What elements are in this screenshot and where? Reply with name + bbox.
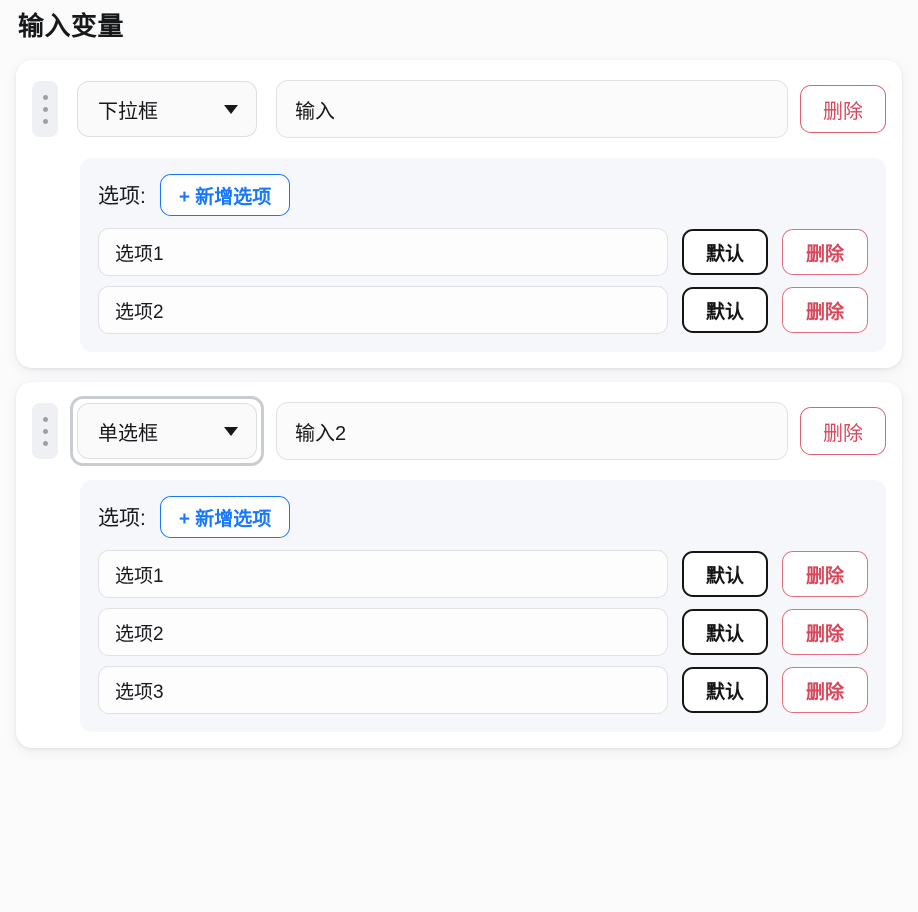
set-default-button[interactable]: 默认: [682, 229, 768, 275]
drag-dot-icon: [42, 428, 48, 434]
add-option-button[interactable]: + 新增选项: [159, 174, 291, 216]
options-panel: 选项: + 新增选项 默认 删除 默认 删除 默认 删除: [80, 480, 886, 732]
option-value-input[interactable]: [98, 666, 668, 714]
page-title: 输入变量: [18, 11, 125, 41]
variable-type-value: 下拉框: [98, 100, 158, 123]
set-default-button[interactable]: 默认: [682, 287, 768, 333]
option-value-input[interactable]: [98, 228, 668, 276]
option-row: 默认 删除: [98, 666, 868, 714]
variable-type-select-wrapper: 下拉框: [70, 74, 264, 144]
option-row: 默认 删除: [98, 608, 868, 656]
drag-dot-icon: [42, 118, 48, 124]
option-row: 默认 删除: [98, 286, 868, 334]
variable-type-select[interactable]: 单选框: [77, 403, 257, 459]
set-default-button[interactable]: 默认: [682, 609, 768, 655]
options-label: 选项:: [98, 185, 146, 208]
delete-option-button[interactable]: 删除: [782, 287, 868, 333]
drag-handle-icon[interactable]: [32, 81, 58, 137]
option-value-input[interactable]: [98, 286, 668, 334]
drag-dot-icon: [42, 416, 48, 422]
set-default-button[interactable]: 默认: [682, 667, 768, 713]
options-label: 选项:: [98, 507, 146, 530]
variable-header-row: 单选框 删除: [32, 396, 886, 466]
option-row: 默认 删除: [98, 550, 868, 598]
variable-card: 单选框 删除 选项: + 新增选项 默认 删除 默认 删除: [16, 382, 902, 748]
variable-header-row: 下拉框 删除: [32, 74, 886, 144]
delete-variable-button[interactable]: 删除: [800, 407, 886, 455]
add-option-button[interactable]: + 新增选项: [159, 496, 291, 538]
delete-option-button[interactable]: 删除: [782, 609, 868, 655]
delete-option-button[interactable]: 删除: [782, 229, 868, 275]
option-row: 默认 删除: [98, 228, 868, 276]
delete-option-button[interactable]: 删除: [782, 667, 868, 713]
variable-type-value: 单选框: [98, 422, 158, 445]
chevron-down-icon: [224, 426, 238, 436]
input-variables-page: 输入变量 下拉框 删除 选项: + 新增选项: [0, 6, 918, 748]
chevron-down-icon: [224, 104, 238, 114]
drag-dot-icon: [42, 106, 48, 112]
drag-dot-icon: [42, 440, 48, 446]
options-header: 选项: + 新增选项: [98, 174, 868, 216]
delete-variable-button[interactable]: 删除: [800, 85, 886, 133]
delete-option-button[interactable]: 删除: [782, 551, 868, 597]
variable-card: 下拉框 删除 选项: + 新增选项 默认 删除 默认 删除: [16, 60, 902, 368]
option-value-input[interactable]: [98, 550, 668, 598]
drag-dot-icon: [42, 94, 48, 100]
variable-name-input[interactable]: [276, 402, 788, 460]
options-panel: 选项: + 新增选项 默认 删除 默认 删除: [80, 158, 886, 352]
variable-type-select-wrapper: 单选框: [70, 396, 264, 466]
drag-handle-icon[interactable]: [32, 403, 58, 459]
option-value-input[interactable]: [98, 608, 668, 656]
variable-type-select[interactable]: 下拉框: [77, 81, 257, 137]
options-header: 选项: + 新增选项: [98, 496, 868, 538]
variable-name-input[interactable]: [276, 80, 788, 138]
set-default-button[interactable]: 默认: [682, 551, 768, 597]
